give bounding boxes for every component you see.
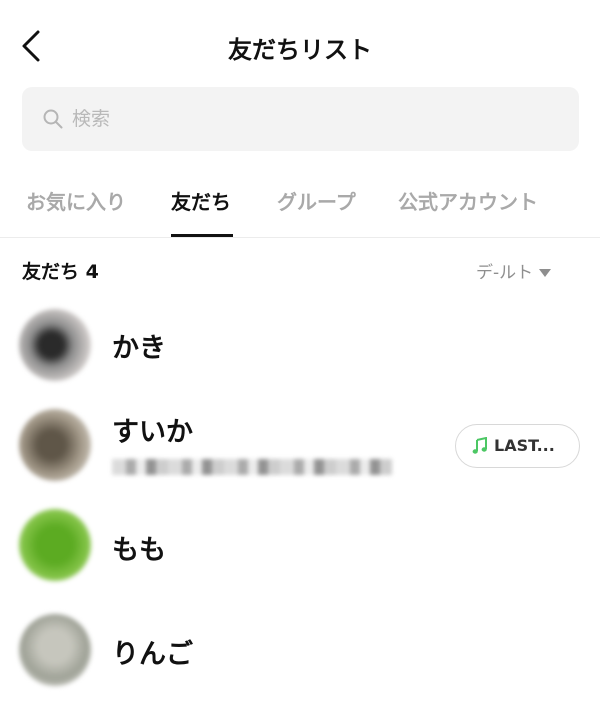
status-message <box>112 459 392 475</box>
music-title: LAST... <box>494 436 555 455</box>
avatar <box>19 509 91 581</box>
search-icon <box>43 109 63 129</box>
friend-row[interactable]: もも <box>0 494 600 594</box>
sort-dropdown[interactable]: デ-ルト <box>476 258 552 283</box>
profile-music-button[interactable]: LAST... <box>455 424 580 468</box>
friend-name: かき <box>112 333 166 364</box>
friend-name: すいか <box>112 417 193 448</box>
music-note-icon <box>472 437 487 454</box>
active-tab-indicator <box>171 234 233 237</box>
caret-down-icon <box>539 269 552 277</box>
tab-favorites[interactable]: お気に入り <box>26 186 126 215</box>
page-title: 友だちリスト <box>228 36 372 64</box>
sort-label: デ-ルト <box>476 263 534 283</box>
friend-name: もも <box>112 535 166 566</box>
avatar <box>19 309 91 381</box>
friend-row[interactable]: りんご <box>0 594 600 694</box>
tab-official-accounts[interactable]: 公式アカウント <box>398 186 538 215</box>
header: 友だちリスト <box>0 0 600 88</box>
friends-count-heading: 友だち 4 <box>22 261 99 283</box>
tab-friends[interactable]: 友だち <box>171 186 231 215</box>
search-input[interactable] <box>72 100 552 138</box>
tab-groups[interactable]: グループ <box>277 186 356 215</box>
avatar <box>19 409 91 481</box>
friend-name: りんご <box>112 639 193 670</box>
avatar <box>19 614 91 686</box>
friend-row[interactable]: かき <box>0 294 600 394</box>
tab-bar: お気に入り 友だち グループ 公式アカウント <box>0 170 600 238</box>
